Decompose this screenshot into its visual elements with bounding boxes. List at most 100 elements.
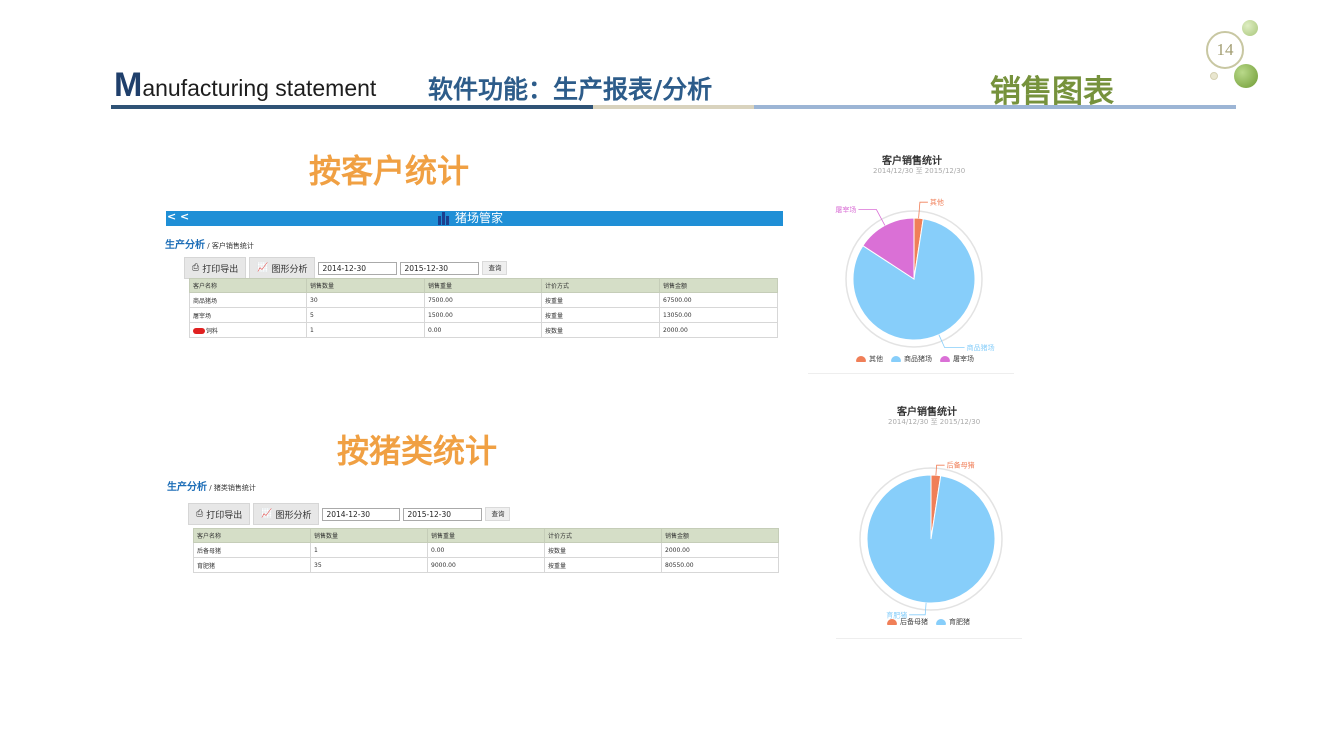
breadcrumb: 生产分析 / 客户销售统计 [165,236,254,251]
table-row[interactable]: 商品猪场 30 7500.00 按重量 67500.00 [189,292,778,308]
chart-analysis-label: 图形分析 [271,264,308,275]
print-export-button[interactable]: ⎙ 打印导出 [184,257,247,279]
legend-swatch [940,356,950,362]
table-row[interactable]: 屠宰场 5 1500.00 按重量 13050.00 [189,307,778,323]
app-logo: 猪场管家 [438,211,503,225]
table-row[interactable]: 育肥猪 35 9000.00 按重量 80550.00 [193,557,779,573]
chart-legend: 后备母猪 育肥猪 [887,617,970,627]
column-header[interactable]: 销售重量 [427,528,545,543]
table-header-row: 客户名称 销售数量 销售重量 计价方式 销售金额 [193,528,779,543]
table-row[interactable]: 饲料 1 0.00 按数量 2000.00 [189,322,778,338]
pig-type-sales-table: 客户名称 销售数量 销售重量 计价方式 销售金额 后备母猪 1 0.00 按数量… [193,528,779,573]
panel-divider [808,373,1014,374]
redaction-mark [193,328,205,334]
chart-legend: 其他 商品猪场 屠宰场 [856,354,974,364]
app-header-bar: < < 猪场管家 [166,210,783,226]
panel-divider [836,638,1022,639]
table-header-row: 客户名称 销售数量 销售重量 计价方式 销售金额 [189,278,778,293]
title-rule-middle [593,105,754,109]
table-cell-text: 饲料 [206,327,219,335]
legend-label: 商品猪场 [904,355,932,363]
column-header[interactable]: 销售重量 [424,278,542,293]
column-header[interactable]: 销售数量 [306,278,425,293]
app-logo-icon [438,211,452,225]
query-button[interactable]: 查询 [485,507,511,521]
printer-icon: ⎙ [192,263,200,273]
legend-label: 屠宰场 [953,355,974,363]
line-chart-icon: 📈 [257,263,269,273]
legend-item[interactable]: 屠宰场 [940,354,974,364]
breadcrumb-separator: / [207,242,210,250]
pie-slice-label: 屠宰场 [835,205,856,214]
print-export-label: 打印导出 [202,264,239,275]
table-cell: 商品猪场 [189,292,307,308]
chart-title: 客户销售统计 [882,156,942,167]
report-toolbar: ⎙ 打印导出 📈 图形分析 2014-12-30 2015-12-30 查询 [188,502,511,526]
column-header[interactable]: 计价方式 [541,278,660,293]
column-header[interactable]: 销售金额 [661,528,779,543]
legend-swatch [936,619,946,625]
date-from-input[interactable]: 2014-12-30 [322,507,401,521]
date-to-input[interactable]: 2015-12-30 [403,507,483,521]
table-row[interactable]: 后备母猪 1 0.00 按数量 2000.00 [193,542,779,558]
legend-item[interactable]: 其他 [856,354,883,364]
table-cell: 按数量 [544,542,662,558]
report-toolbar: ⎙ 打印导出 📈 图形分析 2014-12-30 2015-12-30 查询 [184,256,508,280]
chart-title: 客户销售统计 [897,407,957,418]
breadcrumb-current: 猪类销售统计 [213,484,256,492]
slide-title-rest: anufacturing statement [142,75,377,101]
section-heading-by-pig-type: 按猪类统计 [337,432,498,470]
legend-swatch [856,356,866,362]
table-cell: 1 [310,542,428,558]
pig-type-sales-pie-chart: 后备母猪育肥猪 [859,461,1003,619]
chart-subtitle: 2014/12/30 至 2015/12/30 [873,167,966,175]
printer-icon: ⎙ [196,509,204,519]
table-cell: 2000.00 [661,542,779,558]
column-header[interactable]: 销售金额 [659,278,778,293]
column-header[interactable]: 销售数量 [310,528,428,543]
table-cell: 67500.00 [659,292,778,308]
pie-slice-label: 商品猪场 [967,343,995,352]
query-button[interactable]: 查询 [482,261,508,275]
pie-slice [866,474,996,604]
decor-dot-small [1210,72,1218,80]
legend-item[interactable]: 后备母猪 [887,617,928,627]
title-rule-right [754,105,1236,109]
decor-dot-top [1242,20,1258,36]
breadcrumb: 生产分析 / 猪类销售统计 [167,478,256,493]
breadcrumb-main[interactable]: 生产分析 [165,240,205,251]
slide-title-initial: M [114,66,143,104]
legend-swatch [887,619,897,625]
table-cell: 后备母猪 [193,542,311,558]
column-header[interactable]: 客户名称 [193,528,311,543]
date-from-input[interactable]: 2014-12-30 [318,261,398,275]
table-cell-redacted: 饲料 [189,322,307,338]
date-to-input[interactable]: 2015-12-30 [400,261,480,275]
table-cell: 30 [306,292,425,308]
table-cell: 按重量 [544,557,662,573]
slide-title-chinese: 软件功能：生产报表/分析 [428,75,713,104]
chart-analysis-button[interactable]: 📈 图形分析 [249,257,316,279]
table-cell: 按重量 [541,307,660,323]
app-logo-text: 猪场管家 [455,211,504,225]
table-cell: 按重量 [541,292,660,308]
print-export-button[interactable]: ⎙ 打印导出 [188,503,251,525]
breadcrumb-current: 客户销售统计 [211,242,254,250]
table-cell: 5 [306,307,425,323]
legend-label: 其他 [869,355,883,363]
customer-sales-pie-chart: 其他商品猪场 屠宰场 [835,198,995,352]
column-header[interactable]: 计价方式 [544,528,662,543]
table-cell: 0.00 [424,322,542,338]
breadcrumb-main[interactable]: 生产分析 [167,482,207,493]
back-button[interactable]: < < [167,210,189,223]
column-header[interactable]: 客户名称 [189,278,307,293]
table-cell: 育肥猪 [193,557,311,573]
chart-analysis-button[interactable]: 📈 图形分析 [253,503,320,525]
legend-label: 后备母猪 [900,618,928,626]
legend-item[interactable]: 商品猪场 [891,354,932,364]
legend-item[interactable]: 育肥猪 [936,617,970,627]
table-cell: 80550.00 [661,557,779,573]
page-number: 14 [1206,31,1244,69]
table-cell: 按数量 [541,322,660,338]
table-cell: 屠宰场 [189,307,307,323]
